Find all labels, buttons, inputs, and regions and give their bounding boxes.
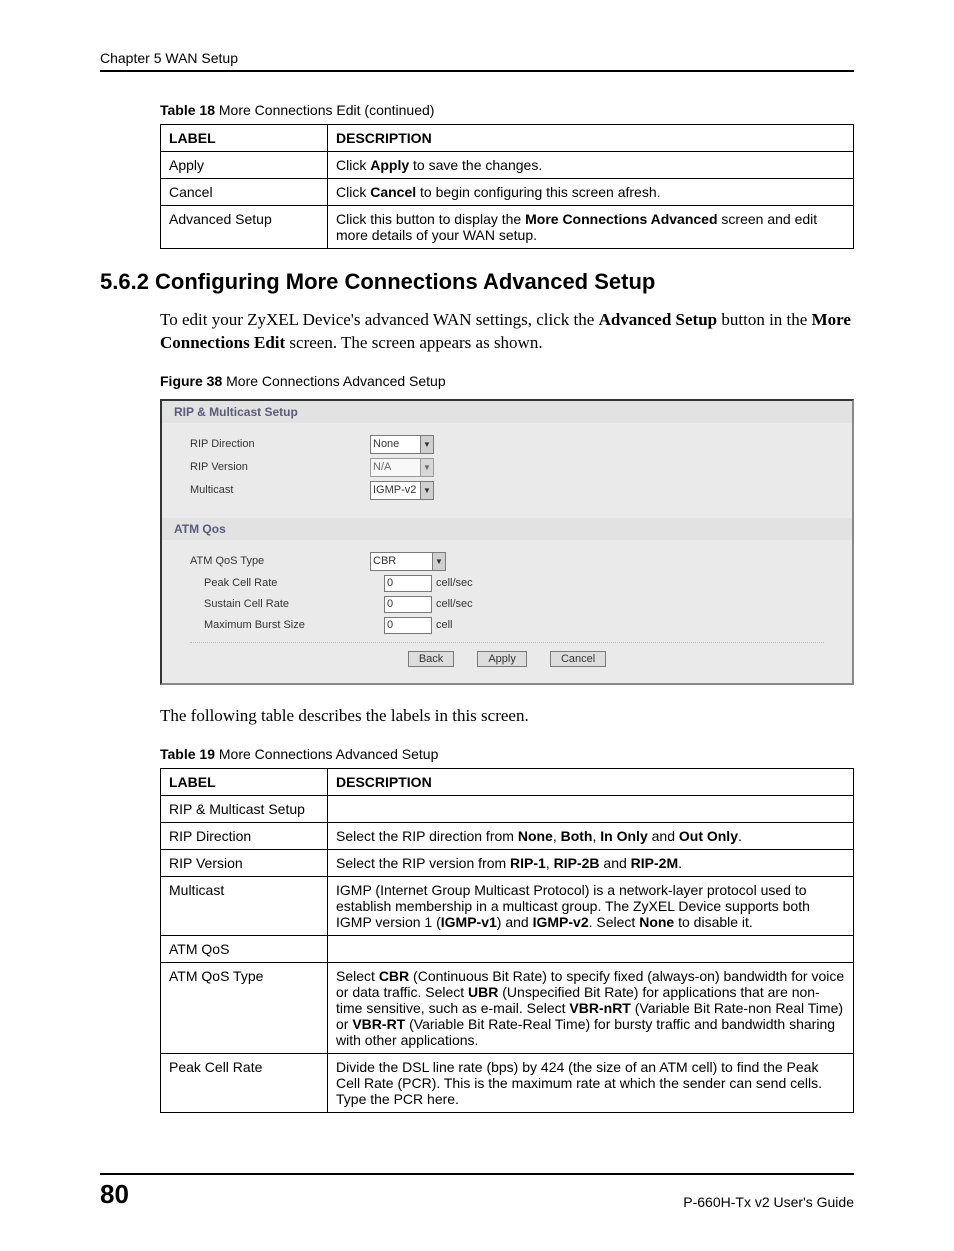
multicast-select[interactable]: IGMP-v2▼ xyxy=(370,481,434,500)
section-intro: To edit your ZyXEL Device's advanced WAN… xyxy=(160,309,854,355)
scr-input[interactable]: 0 xyxy=(384,596,432,613)
pcr-unit: cell/sec xyxy=(436,577,473,589)
apply-button[interactable]: Apply xyxy=(477,651,527,667)
figure-panel: RIP & Multicast Setup RIP Direction None… xyxy=(160,399,854,685)
table18-head-desc: DESCRIPTION xyxy=(328,125,854,152)
atm-qos-type-label: ATM QoS Type xyxy=(190,555,370,567)
table-cell-desc: Divide the DSL line rate (bps) by 424 (t… xyxy=(328,1053,854,1112)
figure-caption-rest: More Connections Advanced Setup xyxy=(222,373,445,389)
table19-caption-rest: More Connections Advanced Setup xyxy=(215,746,438,762)
chevron-down-icon: ▼ xyxy=(420,459,433,476)
chevron-down-icon: ▼ xyxy=(432,553,445,570)
table19-caption-bold: Table 19 xyxy=(160,746,215,762)
table-cell-desc xyxy=(328,795,854,822)
pcr-input[interactable]: 0 xyxy=(384,575,432,592)
table-cell-desc xyxy=(328,935,854,962)
cancel-button[interactable]: Cancel xyxy=(550,651,606,667)
atm-qos-type-select[interactable]: CBR▼ xyxy=(370,552,446,571)
chevron-down-icon: ▼ xyxy=(420,482,433,499)
table18-caption-rest: More Connections Edit (continued) xyxy=(215,102,434,118)
table-cell-desc: IGMP (Internet Group Multicast Protocol)… xyxy=(328,876,854,935)
table-cell-label: RIP Direction xyxy=(161,822,328,849)
header-rule xyxy=(100,70,854,72)
fp-bar-atm: ATM Qos xyxy=(162,518,852,540)
back-button[interactable]: Back xyxy=(408,651,454,667)
table19-caption: Table 19 More Connections Advanced Setup xyxy=(160,746,854,762)
page-number: 80 xyxy=(100,1179,129,1210)
multicast-label: Multicast xyxy=(190,484,370,496)
table-cell-label: ATM QoS xyxy=(161,935,328,962)
table18-caption-bold: Table 18 xyxy=(160,102,215,118)
table-cell-desc: Click Apply to save the changes. xyxy=(328,152,854,179)
table-cell-label: ATM QoS Type xyxy=(161,962,328,1053)
mbs-label: Maximum Burst Size xyxy=(190,619,384,631)
table-cell-desc: Select CBR (Continuous Bit Rate) to spec… xyxy=(328,962,854,1053)
table-cell-label: Multicast xyxy=(161,876,328,935)
mbs-input[interactable]: 0 xyxy=(384,617,432,634)
pcr-label: Peak Cell Rate xyxy=(190,577,384,589)
guide-title: P-660H-Tx v2 User's Guide xyxy=(683,1194,854,1210)
rip-version-select[interactable]: N/A▼ xyxy=(370,458,434,477)
section-heading: 5.6.2 Configuring More Connections Advan… xyxy=(100,269,854,295)
figure-caption: Figure 38 More Connections Advanced Setu… xyxy=(160,373,854,389)
table18: LABEL DESCRIPTION Apply Click Apply to s… xyxy=(160,124,854,249)
table-cell-desc: Click Cancel to begin configuring this s… xyxy=(328,179,854,206)
mbs-unit: cell xyxy=(436,619,453,631)
fp-bar-rip: RIP & Multicast Setup xyxy=(162,401,852,423)
rip-version-label: RIP Version xyxy=(190,461,370,473)
table-cell-label: RIP & Multicast Setup xyxy=(161,795,328,822)
table-cell-label: RIP Version xyxy=(161,849,328,876)
table-cell-label: Cancel xyxy=(161,179,328,206)
chevron-down-icon: ▼ xyxy=(420,436,433,453)
scr-label: Sustain Cell Rate xyxy=(190,598,384,610)
table-cell-label: Advanced Setup xyxy=(161,206,328,249)
rip-direction-select[interactable]: None▼ xyxy=(370,435,434,454)
table18-head-label: LABEL xyxy=(161,125,328,152)
table19: LABEL DESCRIPTION RIP & Multicast Setup … xyxy=(160,768,854,1113)
table-cell-label: Apply xyxy=(161,152,328,179)
scr-unit: cell/sec xyxy=(436,598,473,610)
table19-head-desc: DESCRIPTION xyxy=(328,768,854,795)
figure-caption-bold: Figure 38 xyxy=(160,373,222,389)
running-header: Chapter 5 WAN Setup xyxy=(100,50,854,66)
table18-caption: Table 18 More Connections Edit (continue… xyxy=(160,102,854,118)
table-cell-desc: Click this button to display the More Co… xyxy=(328,206,854,249)
rip-direction-label: RIP Direction xyxy=(190,438,370,450)
table-cell-label: Peak Cell Rate xyxy=(161,1053,328,1112)
after-figure-text: The following table describes the labels… xyxy=(160,705,854,728)
table-cell-desc: Select the RIP direction from None, Both… xyxy=(328,822,854,849)
table-cell-desc: Select the RIP version from RIP-1, RIP-2… xyxy=(328,849,854,876)
table19-head-label: LABEL xyxy=(161,768,328,795)
footer: 80 P-660H-Tx v2 User's Guide xyxy=(100,1173,854,1210)
